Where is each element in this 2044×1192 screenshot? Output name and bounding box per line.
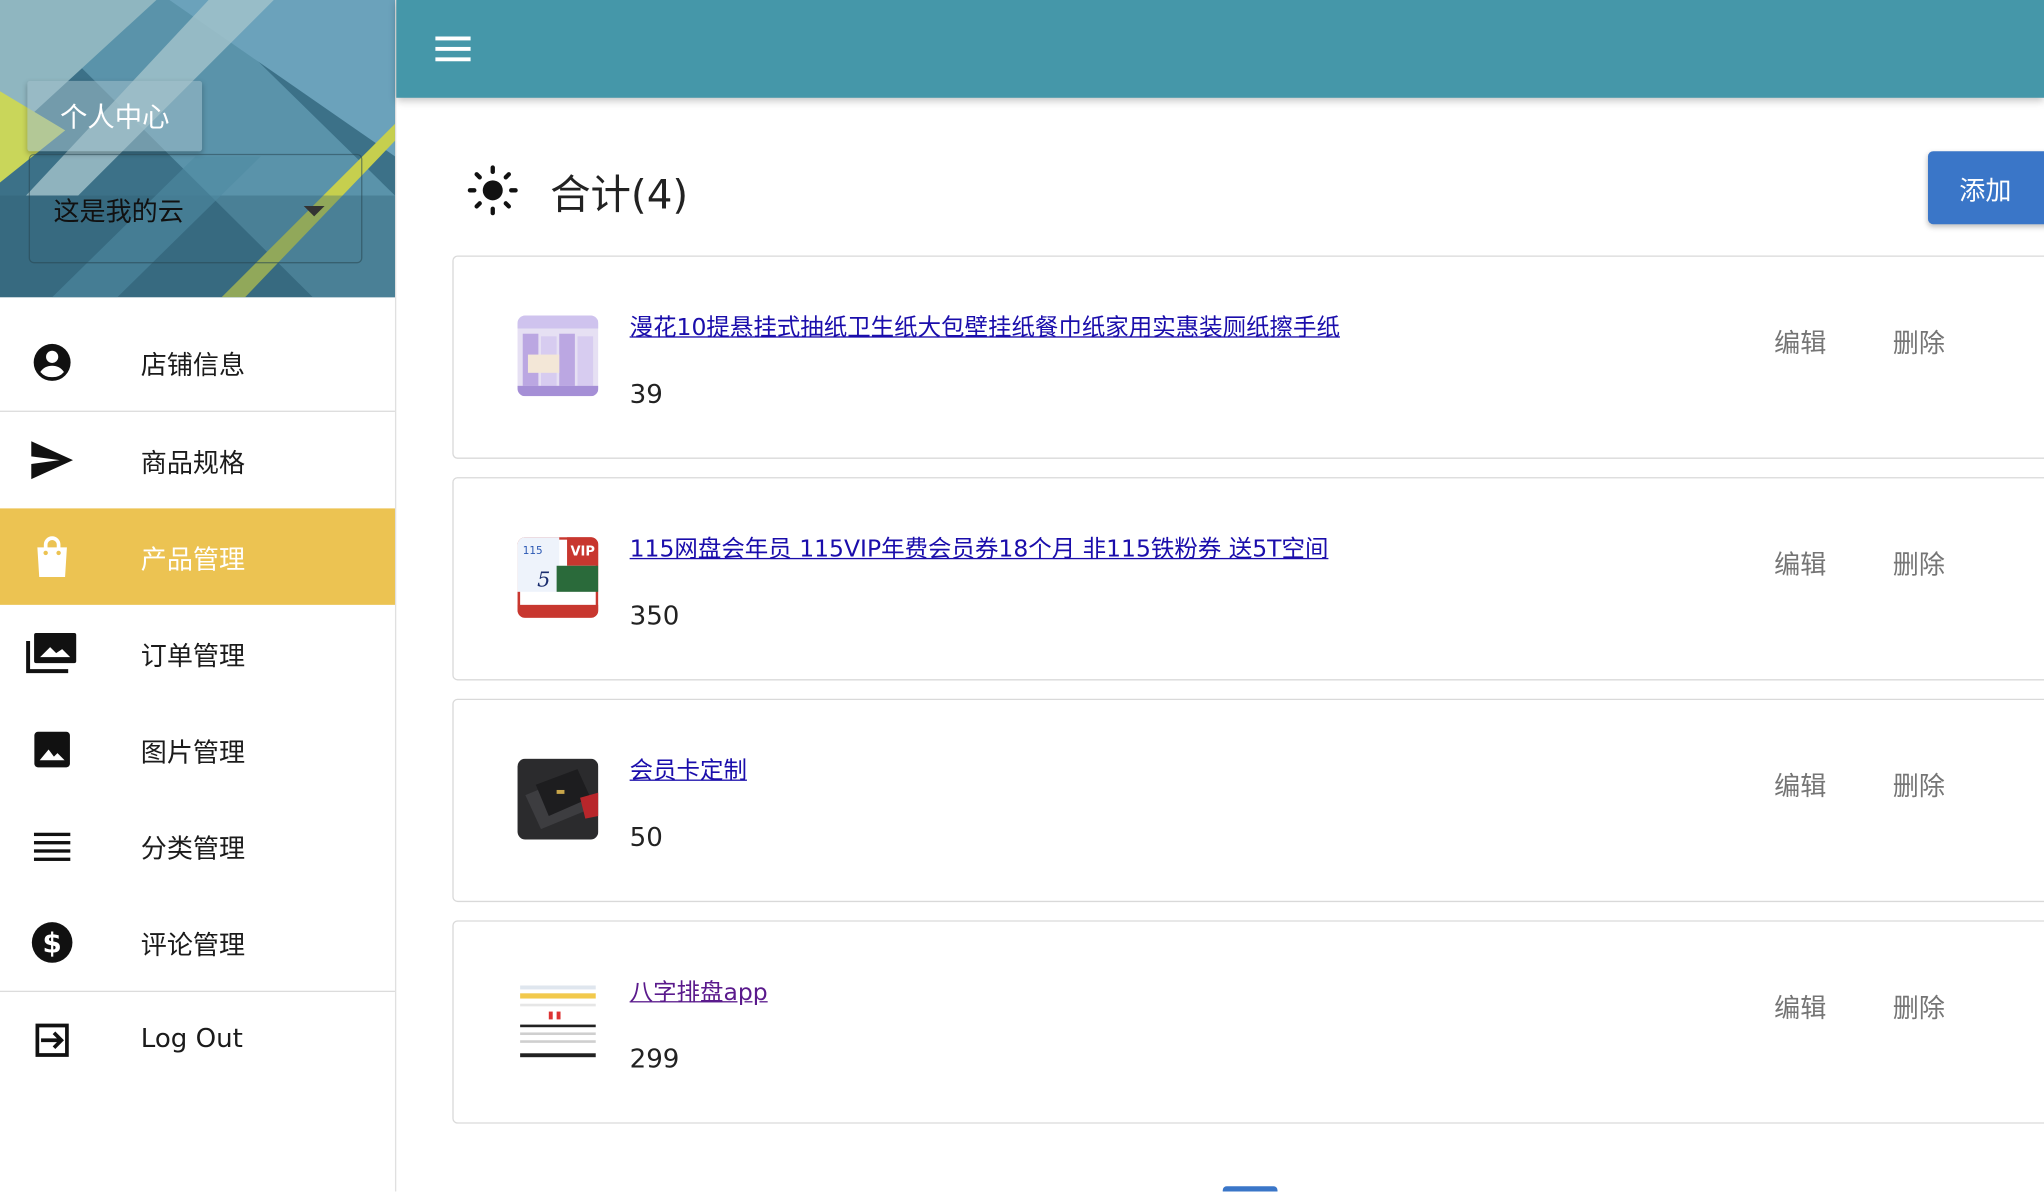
logout-label: Log Out	[140, 1021, 243, 1054]
pagination-indicator[interactable]	[1222, 1186, 1278, 1192]
nav-label: 产品管理	[140, 543, 246, 575]
personal-center-button[interactable]: 个人中心	[27, 80, 203, 152]
product-price: 350	[629, 599, 680, 631]
navigation-drawer: 个人中心 这是我的云 店铺信息 商品规格 产品管理 订单管理 图片管理 分类管理…	[0, 0, 397, 1192]
nav-item-category-management[interactable]: 分类管理	[0, 798, 395, 894]
product-thumbnail	[517, 980, 599, 1062]
nav-item-store-info[interactable]: 店铺信息	[0, 314, 395, 410]
product-card: 八字排盘app 299 编辑 删除	[452, 920, 2044, 1124]
dollar-circle-icon: $	[26, 916, 78, 968]
personal-center-label: 个人中心	[59, 101, 170, 133]
edit-button[interactable]: 编辑	[1774, 544, 1826, 582]
delete-button[interactable]: 删除	[1893, 765, 1945, 803]
logout-icon	[26, 1014, 78, 1066]
add-button-label: 添加	[1959, 174, 2012, 206]
product-card: VIP 115 5 115网盘会年员 115VIP年费会员券18个月 非115铁…	[452, 477, 2044, 681]
svg-text:$: $	[43, 927, 62, 960]
account-select[interactable]: 这是我的云	[28, 153, 363, 264]
image-icon	[26, 723, 78, 775]
product-name-link[interactable]: 八字排盘app	[630, 974, 768, 1008]
nav-item-product-management[interactable]: 产品管理	[0, 508, 395, 605]
photo-library-icon	[26, 627, 78, 679]
delete-button[interactable]: 删除	[1893, 322, 1945, 360]
edit-button[interactable]: 编辑	[1774, 987, 1826, 1025]
product-name-link[interactable]: 会员卡定制	[630, 752, 747, 786]
svg-text:5: 5	[537, 568, 550, 592]
nav-label: 商品规格	[140, 447, 246, 479]
send-icon	[26, 434, 78, 486]
nav-item-comment-management[interactable]: $ 评论管理	[0, 894, 395, 990]
product-name-link[interactable]: 漫花10提悬挂式抽纸卫生纸大包壁挂纸餐巾纸家用实惠装厕纸擦手纸	[630, 309, 1340, 343]
add-button[interactable]: 添加	[1927, 151, 2044, 225]
drawer-nav: 店铺信息 商品规格 产品管理 订单管理 图片管理 分类管理 $ 评论管理 Log…	[0, 314, 395, 1088]
product-card: 漫花10提悬挂式抽纸卫生纸大包壁挂纸餐巾纸家用实惠装厕纸擦手纸 39 编辑 删除	[452, 255, 2044, 459]
product-thumbnail: VIP 115 5	[517, 537, 599, 618]
page-title: 合计(4)	[550, 172, 689, 219]
sun-icon	[467, 165, 518, 216]
logout-button[interactable]: Log Out	[0, 992, 395, 1088]
dropdown-arrow-icon	[303, 205, 325, 217]
nav-label: 分类管理	[140, 832, 246, 865]
svg-text:VIP: VIP	[570, 544, 594, 559]
nav-label: 图片管理	[140, 736, 246, 768]
nav-item-image-management[interactable]: 图片管理	[0, 701, 395, 797]
edit-button[interactable]: 编辑	[1774, 765, 1826, 803]
nav-label: 店铺信息	[140, 349, 246, 381]
product-name-link[interactable]: 115网盘会年员 115VIP年费会员券18个月 非115铁粉券 送5T空间	[630, 531, 1329, 565]
menu-icon[interactable]	[433, 31, 475, 67]
list-icon	[26, 820, 78, 872]
nav-item-product-specs[interactable]: 商品规格	[0, 412, 395, 508]
delete-button[interactable]: 删除	[1893, 544, 1945, 582]
shopping-bag-icon	[26, 531, 78, 583]
drawer-header: 个人中心 这是我的云	[0, 0, 395, 298]
product-price: 50	[629, 821, 663, 853]
nav-label: 订单管理	[140, 640, 246, 672]
product-thumbnail	[517, 758, 599, 840]
account-circle-icon	[26, 336, 78, 388]
product-price: 299	[629, 1042, 680, 1075]
edit-button[interactable]: 编辑	[1774, 322, 1826, 360]
svg-text:115: 115	[523, 545, 543, 557]
nav-label: 评论管理	[140, 929, 246, 961]
nav-item-order-management[interactable]: 订单管理	[0, 605, 395, 701]
product-thumbnail	[517, 315, 599, 397]
delete-button[interactable]: 删除	[1893, 987, 1945, 1025]
product-card: 会员卡定制 50 编辑 删除	[452, 698, 2044, 903]
product-price: 39	[629, 378, 663, 410]
account-select-value: 这是我的云	[53, 195, 184, 227]
top-app-bar	[396, 0, 2044, 98]
